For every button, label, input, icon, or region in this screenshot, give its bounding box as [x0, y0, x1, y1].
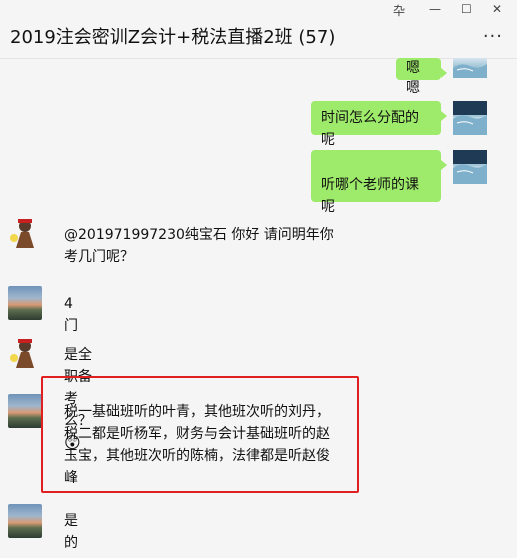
avatar-image-icon — [453, 101, 487, 135]
message-bubble[interactable]: 时间怎么分配的呢 — [311, 101, 447, 148]
minimize-icon[interactable]: — — [429, 2, 441, 16]
avatar-image-icon — [453, 150, 487, 184]
member-avatar[interactable] — [8, 216, 42, 250]
message-text[interactable]: 4门 — [64, 293, 78, 337]
close-icon[interactable]: ✕ — [492, 2, 502, 16]
message-text[interactable]: 是的 — [64, 510, 78, 554]
message-text: 嗯嗯 — [406, 60, 420, 96]
message-bubble[interactable]: 听哪个老师的课呢 — [311, 150, 447, 215]
avatar-image-icon — [10, 339, 34, 368]
member-avatar[interactable] — [8, 504, 42, 538]
highlight-annotation — [41, 376, 359, 493]
member-avatar[interactable] — [8, 394, 42, 428]
chat-title: 2019注会密训Z会计+税法直播2班 (57) — [10, 27, 336, 48]
message-bubble[interactable]: 嗯嗯 — [396, 58, 447, 96]
message-text: 听哪个老师的课呢 — [321, 177, 419, 215]
pin-icon[interactable]: 卆 — [393, 2, 405, 19]
more-options-icon[interactable]: ··· — [483, 26, 503, 47]
message-text[interactable]: @201971997230纯宝石 你好 请问明年你 考几门呢？ — [64, 224, 364, 268]
title-bar: 2019注会密训Z会计+税法直播2班 (57) 卆 — ☐ ✕ ··· — [0, 0, 517, 58]
message-text: 时间怎么分配的呢 — [321, 110, 419, 148]
member-avatar[interactable] — [8, 286, 42, 320]
self-avatar[interactable] — [453, 150, 487, 184]
self-avatar[interactable] — [453, 101, 487, 135]
maximize-icon[interactable]: ☐ — [461, 2, 472, 16]
message-line: 考几门呢？ — [64, 249, 134, 265]
avatar-image-icon — [453, 64, 487, 78]
member-avatar[interactable] — [8, 336, 42, 370]
self-avatar[interactable] — [453, 58, 487, 78]
avatar-image-icon — [10, 219, 34, 248]
message-line: @201971997230纯宝石 你好 请问明年你 — [64, 227, 334, 243]
